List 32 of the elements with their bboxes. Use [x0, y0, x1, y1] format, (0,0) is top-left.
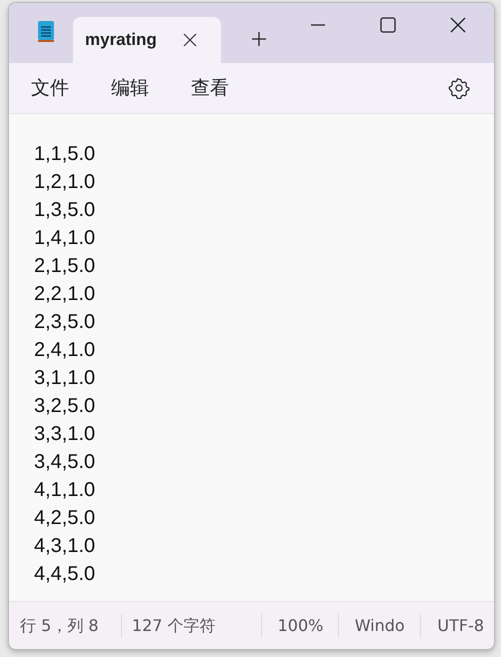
document-tab[interactable]: myrating	[73, 17, 221, 63]
new-tab-button[interactable]	[251, 31, 267, 47]
text-line: 2,1,5.0	[34, 254, 96, 279]
text-line: 4,3,1.0	[34, 534, 96, 559]
status-text: 100%	[278, 616, 324, 634]
text-line: 1,1,5.0	[34, 142, 96, 167]
text-line: 4,1,1.0	[34, 478, 96, 503]
menu-item[interactable]: 查看	[191, 75, 229, 101]
text-line: 4,4,5.0	[34, 562, 96, 587]
text-editor[interactable]: 1,1,5.0 1,2,1.0 1,3,5.0 1,4,1.0 2,1,5.0 2,2,1.0 2,3,5.0 2,4,1.0 3,1,1.0 3,2,5.0 3,3,1.0 3,4,5.0 4,1,1.0 4,2,5.0 4,3,1.0 4,4,5.0	[9, 114, 494, 601]
close-icon[interactable]	[183, 33, 197, 47]
menu-item[interactable]: 文件	[31, 75, 69, 101]
maximize-icon[interactable]	[380, 17, 396, 33]
text-line: 2,4,1.0	[34, 338, 96, 363]
text-line: 1,4,1.0	[34, 226, 96, 251]
close-icon[interactable]	[450, 17, 466, 33]
text-line: 1,3,5.0	[34, 198, 96, 223]
text-line: 2,2,1.0	[34, 282, 96, 307]
status-text: UTF-8	[437, 616, 484, 634]
status-text: 行 5，列 8	[20, 616, 99, 634]
status-text: Windo	[354, 616, 405, 634]
text-line: 2,3,5.0	[34, 310, 96, 335]
notepad-icon	[37, 19, 55, 43]
text-line: 3,3,1.0	[34, 422, 96, 447]
text-line: 3,1,1.0	[34, 366, 96, 391]
settings-icon[interactable]	[448, 77, 470, 99]
text-line: 3,4,5.0	[34, 450, 96, 475]
text-line: 4,2,5.0	[34, 506, 96, 531]
status-text: 127 个字符	[132, 616, 216, 634]
text-line: 3,2,5.0	[34, 394, 96, 419]
menu-item[interactable]: 编辑	[111, 75, 149, 101]
text-line: 1,2,1.0	[34, 170, 96, 195]
